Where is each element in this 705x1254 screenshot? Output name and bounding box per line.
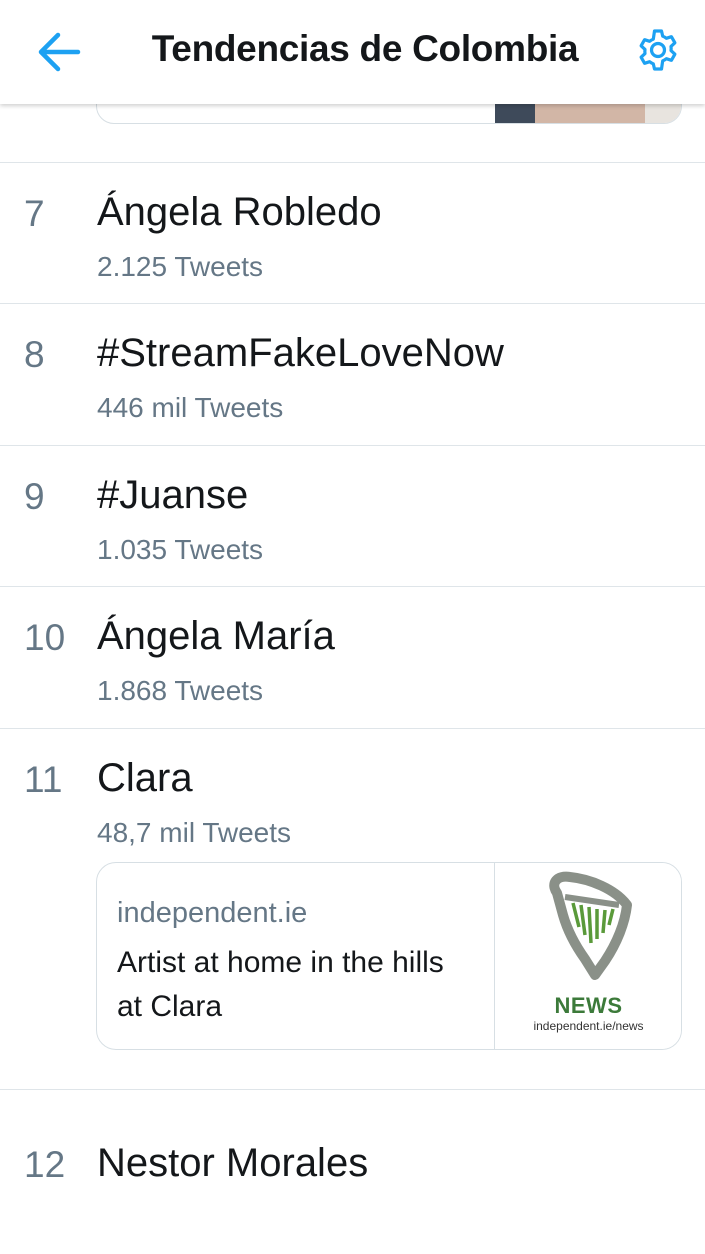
trend-name: Ángela María: [97, 614, 335, 658]
trend-name: Clara: [97, 756, 193, 800]
harp-logo-icon: [549, 871, 632, 980]
trend-rank: 10: [24, 617, 66, 658]
news-card-thumbnail: NEWS independent.ie/news: [494, 863, 681, 1049]
trend-name: #StreamFakeLoveNow: [97, 331, 504, 375]
trend-item-10[interactable]: 10 Ángela María 1.868 Tweets: [0, 587, 705, 727]
news-card-headline: Artist at home in the hills at Clara: [117, 946, 444, 1023]
trend-rank: 8: [24, 334, 45, 375]
trend-tweet-count: 1.035 Tweets: [97, 534, 264, 565]
news-thumb-label: NEWS: [554, 993, 623, 1018]
trend-item-9[interactable]: 9 #Juanse 1.035 Tweets: [0, 446, 705, 586]
top-app-bar: Tendencias de Colombia: [0, 0, 705, 104]
settings-button[interactable]: [634, 26, 682, 74]
trend-name: Nestor Morales: [97, 1141, 369, 1185]
trend-item-11[interactable]: 11 Clara 48,7 mil Tweets: [0, 729, 705, 869]
news-card-domain: independent.ie: [117, 897, 308, 929]
trend-rank: 11: [24, 759, 63, 800]
trend-tweet-count: 1.868 Tweets: [97, 675, 264, 706]
trend-rank: 9: [24, 476, 45, 517]
news-thumb-url: independent.ie/news: [533, 1019, 644, 1033]
trend-item-8[interactable]: 8 #StreamFakeLoveNow 446 mil Tweets: [0, 304, 705, 444]
trend-tweet-count: 446 mil Tweets: [97, 392, 284, 423]
news-link-card[interactable]: independent.ie Artist at home in the hil…: [96, 862, 682, 1050]
page-title: Tendencias de Colombia: [151, 28, 579, 69]
trend-name: Ángela Robledo: [97, 190, 382, 234]
trend-rank: 12: [24, 1144, 66, 1185]
trend-item-7[interactable]: 7 Ángela Robledo 2.125 Tweets: [0, 163, 705, 303]
trend-tweet-count: 2.125 Tweets: [97, 251, 264, 282]
trend-tweet-count: 48,7 mil Tweets: [97, 817, 292, 848]
trend-rank: 7: [24, 193, 45, 234]
divider: [0, 1089, 705, 1090]
trend-name: #Juanse: [97, 473, 249, 517]
trend-item-12[interactable]: 12 Nestor Morales: [0, 1114, 705, 1254]
gear-icon: [639, 29, 677, 71]
